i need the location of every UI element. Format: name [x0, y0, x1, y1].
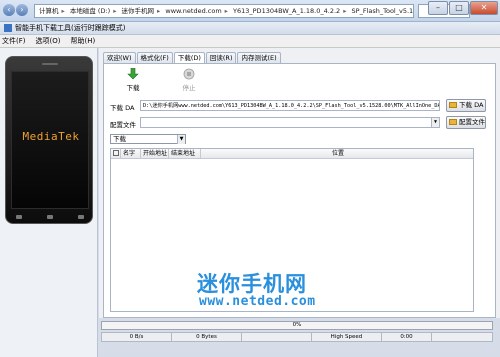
download-tab-pane: 下载 停止 下载 DA D:\迷你手机网www.netded.com\Y613_…	[103, 63, 496, 318]
table-header: 名字 开始地址 结束地址 位置	[111, 149, 473, 159]
tab-welcome[interactable]: 欢迎(W)	[103, 52, 136, 63]
column-header-begin-address[interactable]: 开始地址	[141, 149, 169, 159]
download-agent-path-field[interactable]: D:\迷你手机网www.netded.com\Y613_PD1304BW_A_1…	[140, 100, 440, 111]
status-usb-speed: High Speed	[311, 332, 381, 342]
maximize-icon[interactable]: □	[449, 1, 469, 15]
minimize-icon[interactable]: –	[428, 1, 448, 15]
stop-icon	[183, 68, 195, 80]
status-bytes: 0 Bytes	[171, 332, 241, 342]
window-title: 智能手机下载工具(运行时跟踪模式)	[15, 24, 126, 32]
tab-memory-test[interactable]: 内存测试(E)	[237, 52, 281, 63]
path-segment[interactable]: 计算机	[39, 7, 59, 15]
window-controls: – □ ✕	[427, 1, 498, 16]
phone-speaker	[42, 63, 58, 65]
scatter-file-combo[interactable]: ▼	[140, 117, 440, 128]
path-segment[interactable]: Y613_PD1304BW_A_1.18.0_4.2.2	[233, 7, 340, 15]
chevron-down-icon[interactable]: ▼	[431, 118, 439, 127]
download-mode-value: 下载	[113, 135, 126, 143]
forward-arrow-icon[interactable]: ›	[16, 4, 28, 16]
download-mode-select[interactable]: 下载 ▼	[110, 134, 186, 144]
download-agent-label: 下载 DA	[110, 104, 135, 112]
status-bar: 0 B/s 0 Bytes High Speed 0:00	[101, 332, 493, 342]
partition-table: 名字 开始地址 结束地址 位置 迷你手机网 www.netded.com	[110, 148, 474, 312]
path-segment[interactable]: SP_Flash_Tool_v5.1528.00	[352, 7, 413, 15]
folder-icon	[449, 102, 457, 108]
explorer-address-bar: ‹ › 计算机 ▸ 本地磁盘 (D:) ▸ 迷你手机网 ▸ www.netded.com…	[0, 0, 500, 22]
download-agent-button[interactable]: 下载 DA	[446, 99, 486, 112]
stop-button[interactable]: 停止	[174, 68, 204, 94]
folder-icon	[449, 119, 457, 125]
stop-button-label: 停止	[182, 84, 196, 92]
status-time: 0:00	[381, 332, 431, 342]
progress-bar: 0%	[101, 321, 493, 330]
phone-image: MediaTek	[5, 56, 93, 224]
download-button[interactable]: 下载	[118, 68, 148, 94]
tab-format[interactable]: 格式化(F)	[136, 52, 173, 63]
scatter-file-button[interactable]: 配置文件	[446, 116, 486, 129]
phone-keys	[16, 213, 84, 221]
menu-bar: 文件(F) 选项(O) 帮助(H)	[0, 35, 500, 48]
phone-screen: MediaTek	[11, 71, 89, 209]
explorer-nav: ‹ ›	[3, 4, 31, 18]
path-segment[interactable]: 本地磁盘 (D:)	[70, 7, 110, 15]
status-speed: 0 B/s	[101, 332, 171, 342]
scatter-file-button-label: 配置文件	[459, 118, 485, 126]
progress-label: 0%	[292, 322, 302, 328]
download-arrow-icon	[127, 68, 139, 80]
phone-brand: MediaTek	[22, 130, 80, 143]
column-header-name[interactable]: 名字	[121, 149, 141, 159]
download-button-label: 下载	[126, 84, 140, 92]
app-icon	[4, 24, 12, 32]
address-path[interactable]: 计算机 ▸ 本地磁盘 (D:) ▸ 迷你手机网 ▸ www.netded.com ▸ Y…	[34, 4, 414, 18]
path-segment[interactable]: 迷你手机网	[122, 7, 155, 15]
status-extra	[431, 332, 493, 342]
column-header-end-address[interactable]: 结束地址	[169, 149, 201, 159]
window-title-bar: 智能手机下载工具(运行时跟踪模式)	[0, 22, 500, 35]
device-panel: MediaTek	[0, 48, 98, 357]
select-all-checkbox[interactable]	[111, 149, 121, 159]
back-arrow-icon[interactable]: ‹	[3, 4, 15, 16]
scatter-file-label: 配置文件	[110, 121, 136, 129]
path-segment[interactable]: www.netded.com	[165, 7, 221, 15]
watermark-url: www.netded.com	[199, 294, 316, 309]
menu-help[interactable]: 帮助(H)	[70, 36, 95, 46]
download-agent-button-label: 下载 DA	[459, 101, 484, 109]
close-icon[interactable]: ✕	[470, 1, 498, 15]
menu-file[interactable]: 文件(F)	[2, 36, 26, 46]
column-header-location[interactable]: 位置	[201, 149, 473, 159]
status-empty	[241, 332, 311, 342]
tab-readback[interactable]: 回读(R)	[205, 52, 237, 63]
menu-options[interactable]: 选项(O)	[36, 36, 61, 46]
main-area: 欢迎(W) 格式化(F) 下载(D) 回读(R) 内存测试(E) 下载 停止 下…	[99, 48, 500, 318]
chevron-down-icon[interactable]: ▼	[177, 135, 185, 144]
